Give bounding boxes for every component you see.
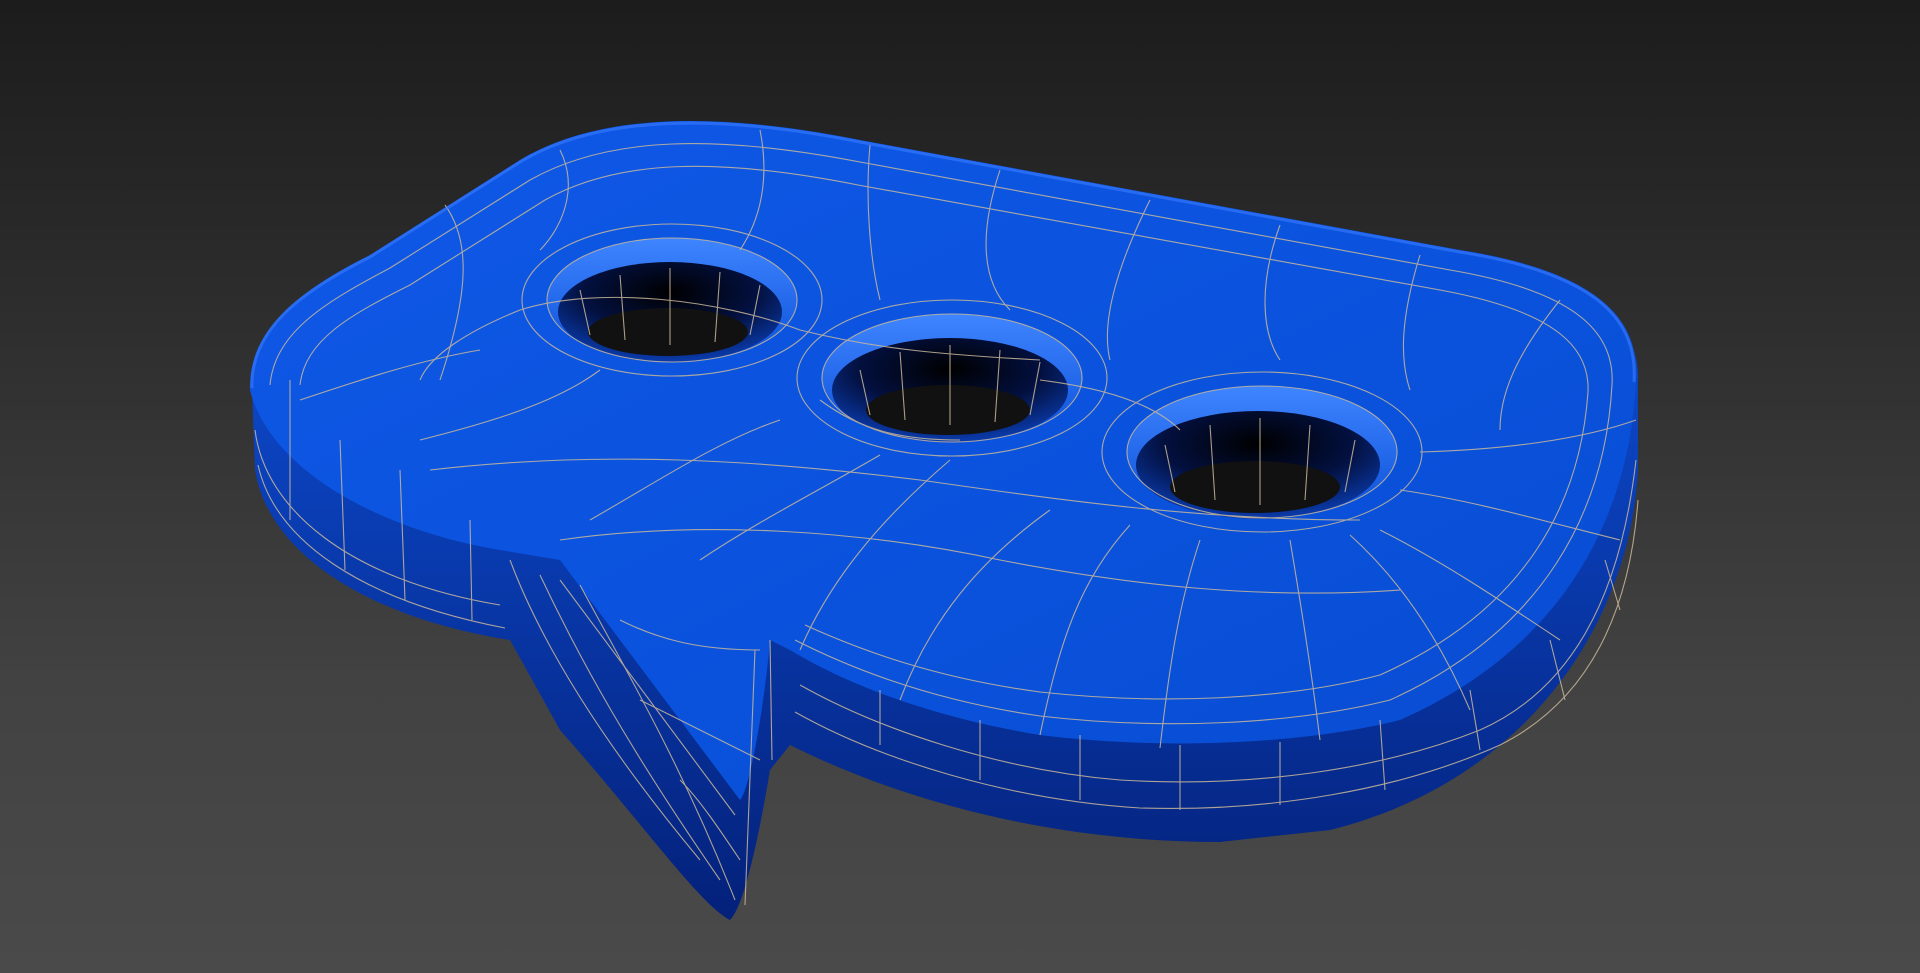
3d-viewport[interactable]: [0, 0, 1920, 973]
bubble-top-face: [249, 121, 1637, 800]
bubble-hole-2: [822, 314, 1082, 442]
viewport-canvas[interactable]: [0, 0, 1920, 973]
